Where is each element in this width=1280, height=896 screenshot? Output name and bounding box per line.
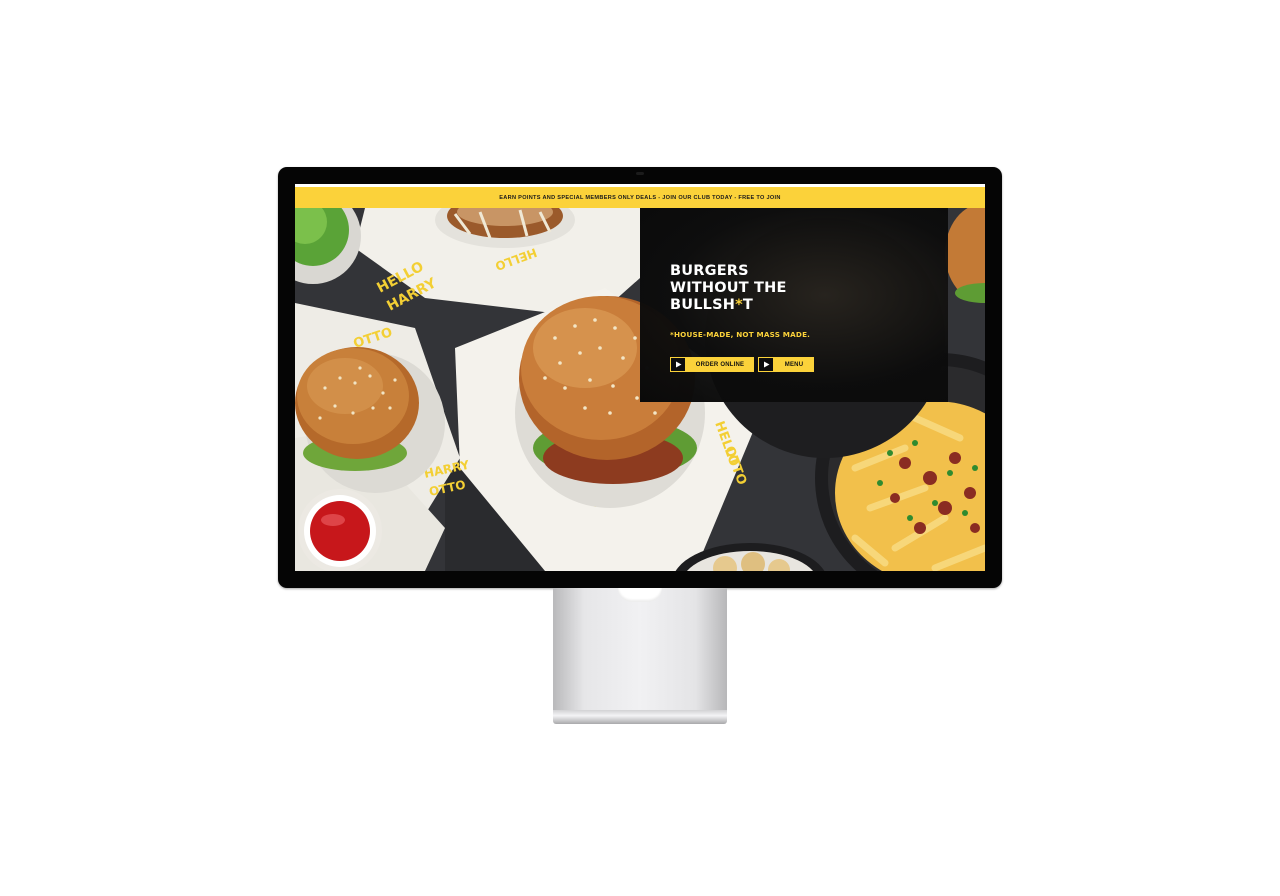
hero-headline-line-3: BULLSH*T [670,297,787,314]
hero-headline-line-3-suffix: T [742,297,753,313]
hero-section: HELLO HARRY OTTO HELLO HELLO OTTO HARRY … [295,208,985,571]
hero-headline-line-2: WITHOUT THE [670,280,787,296]
hero-headline-line-3-prefix: BULLSH [670,297,736,313]
hero-headline: BURGERS WITHOUT THE BULLSH*T [670,263,787,314]
camera-dot [636,172,644,175]
order-online-label: ORDER ONLINE [695,361,745,368]
asterisk-star: * [735,297,743,313]
hero-text-panel: BURGERS WITHOUT THE BULLSH*T *HOUSE-MADE… [640,208,948,402]
promo-banner-text: EARN POINTS AND SPECIAL MEMBERS ONLY DEA… [499,194,781,201]
hero-headline-line-1: BURGERS [670,263,749,279]
menu-label: MENU [784,361,804,368]
play-icon [670,357,686,372]
monitor-stand [553,588,727,712]
monitor-stand-foot [553,710,727,724]
play-icon [758,357,774,372]
menu-button[interactable]: MENU [758,357,814,372]
order-online-button[interactable]: ORDER ONLINE [670,357,754,372]
monitor: EARN POINTS AND SPECIAL MEMBERS ONLY DEA… [278,167,1002,588]
hero-tagline: *HOUSE-MADE, NOT MASS MADE. [670,330,811,339]
promo-banner[interactable]: EARN POINTS AND SPECIAL MEMBERS ONLY DEA… [295,184,985,208]
website-screen: EARN POINTS AND SPECIAL MEMBERS ONLY DEA… [295,184,985,571]
